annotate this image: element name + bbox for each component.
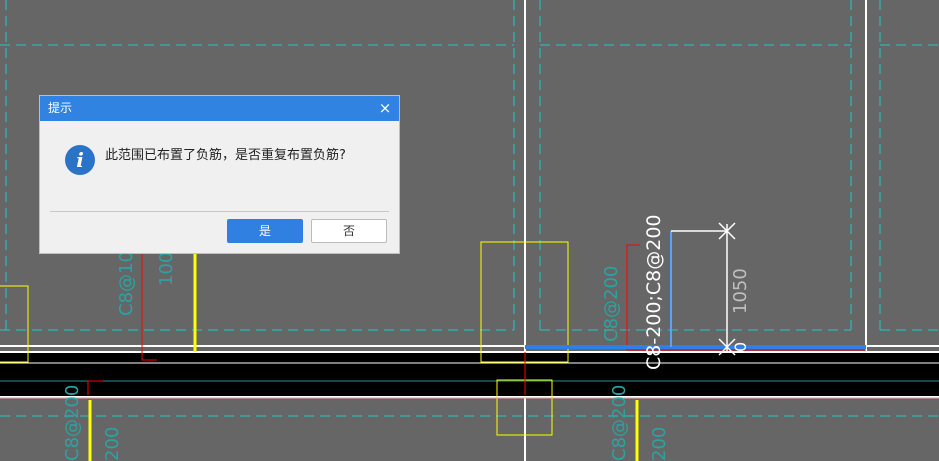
faint-label: 200: [649, 427, 670, 461]
dimension-zero-label: 0: [731, 342, 750, 352]
close-icon[interactable]: ×: [377, 96, 393, 121]
dialog-title-bar[interactable]: 提示 ×: [40, 96, 399, 121]
info-icon: i: [65, 145, 95, 175]
rebar-spec-label: C8-200;C8@200: [643, 215, 665, 371]
dialog-title: 提示: [48, 101, 73, 115]
beam-band: [0, 353, 939, 396]
faint-label: C8@200: [62, 385, 83, 461]
faint-label: C8@200: [609, 385, 630, 461]
faint-label: 200: [102, 427, 123, 461]
dimension-lines: [671, 222, 736, 356]
dimension-label: 1050: [730, 268, 751, 314]
no-button[interactable]: 否: [311, 219, 387, 243]
yes-button[interactable]: 是: [227, 219, 303, 243]
prompt-dialog: 提示 × i 此范围已布置了负筋，是否重复布置负筋? 是 否: [39, 95, 400, 254]
faint-rebar-labels: C8@100 100 C8@200 C8@200 200 C8@200 200: [62, 240, 670, 461]
column-outlines: [0, 241, 569, 436]
faint-label: 100: [156, 252, 177, 286]
faint-label: C8@200: [601, 266, 622, 342]
dialog-divider: [50, 211, 389, 212]
dialog-message: 此范围已布置了负筋，是否重复布置负筋?: [105, 148, 346, 163]
